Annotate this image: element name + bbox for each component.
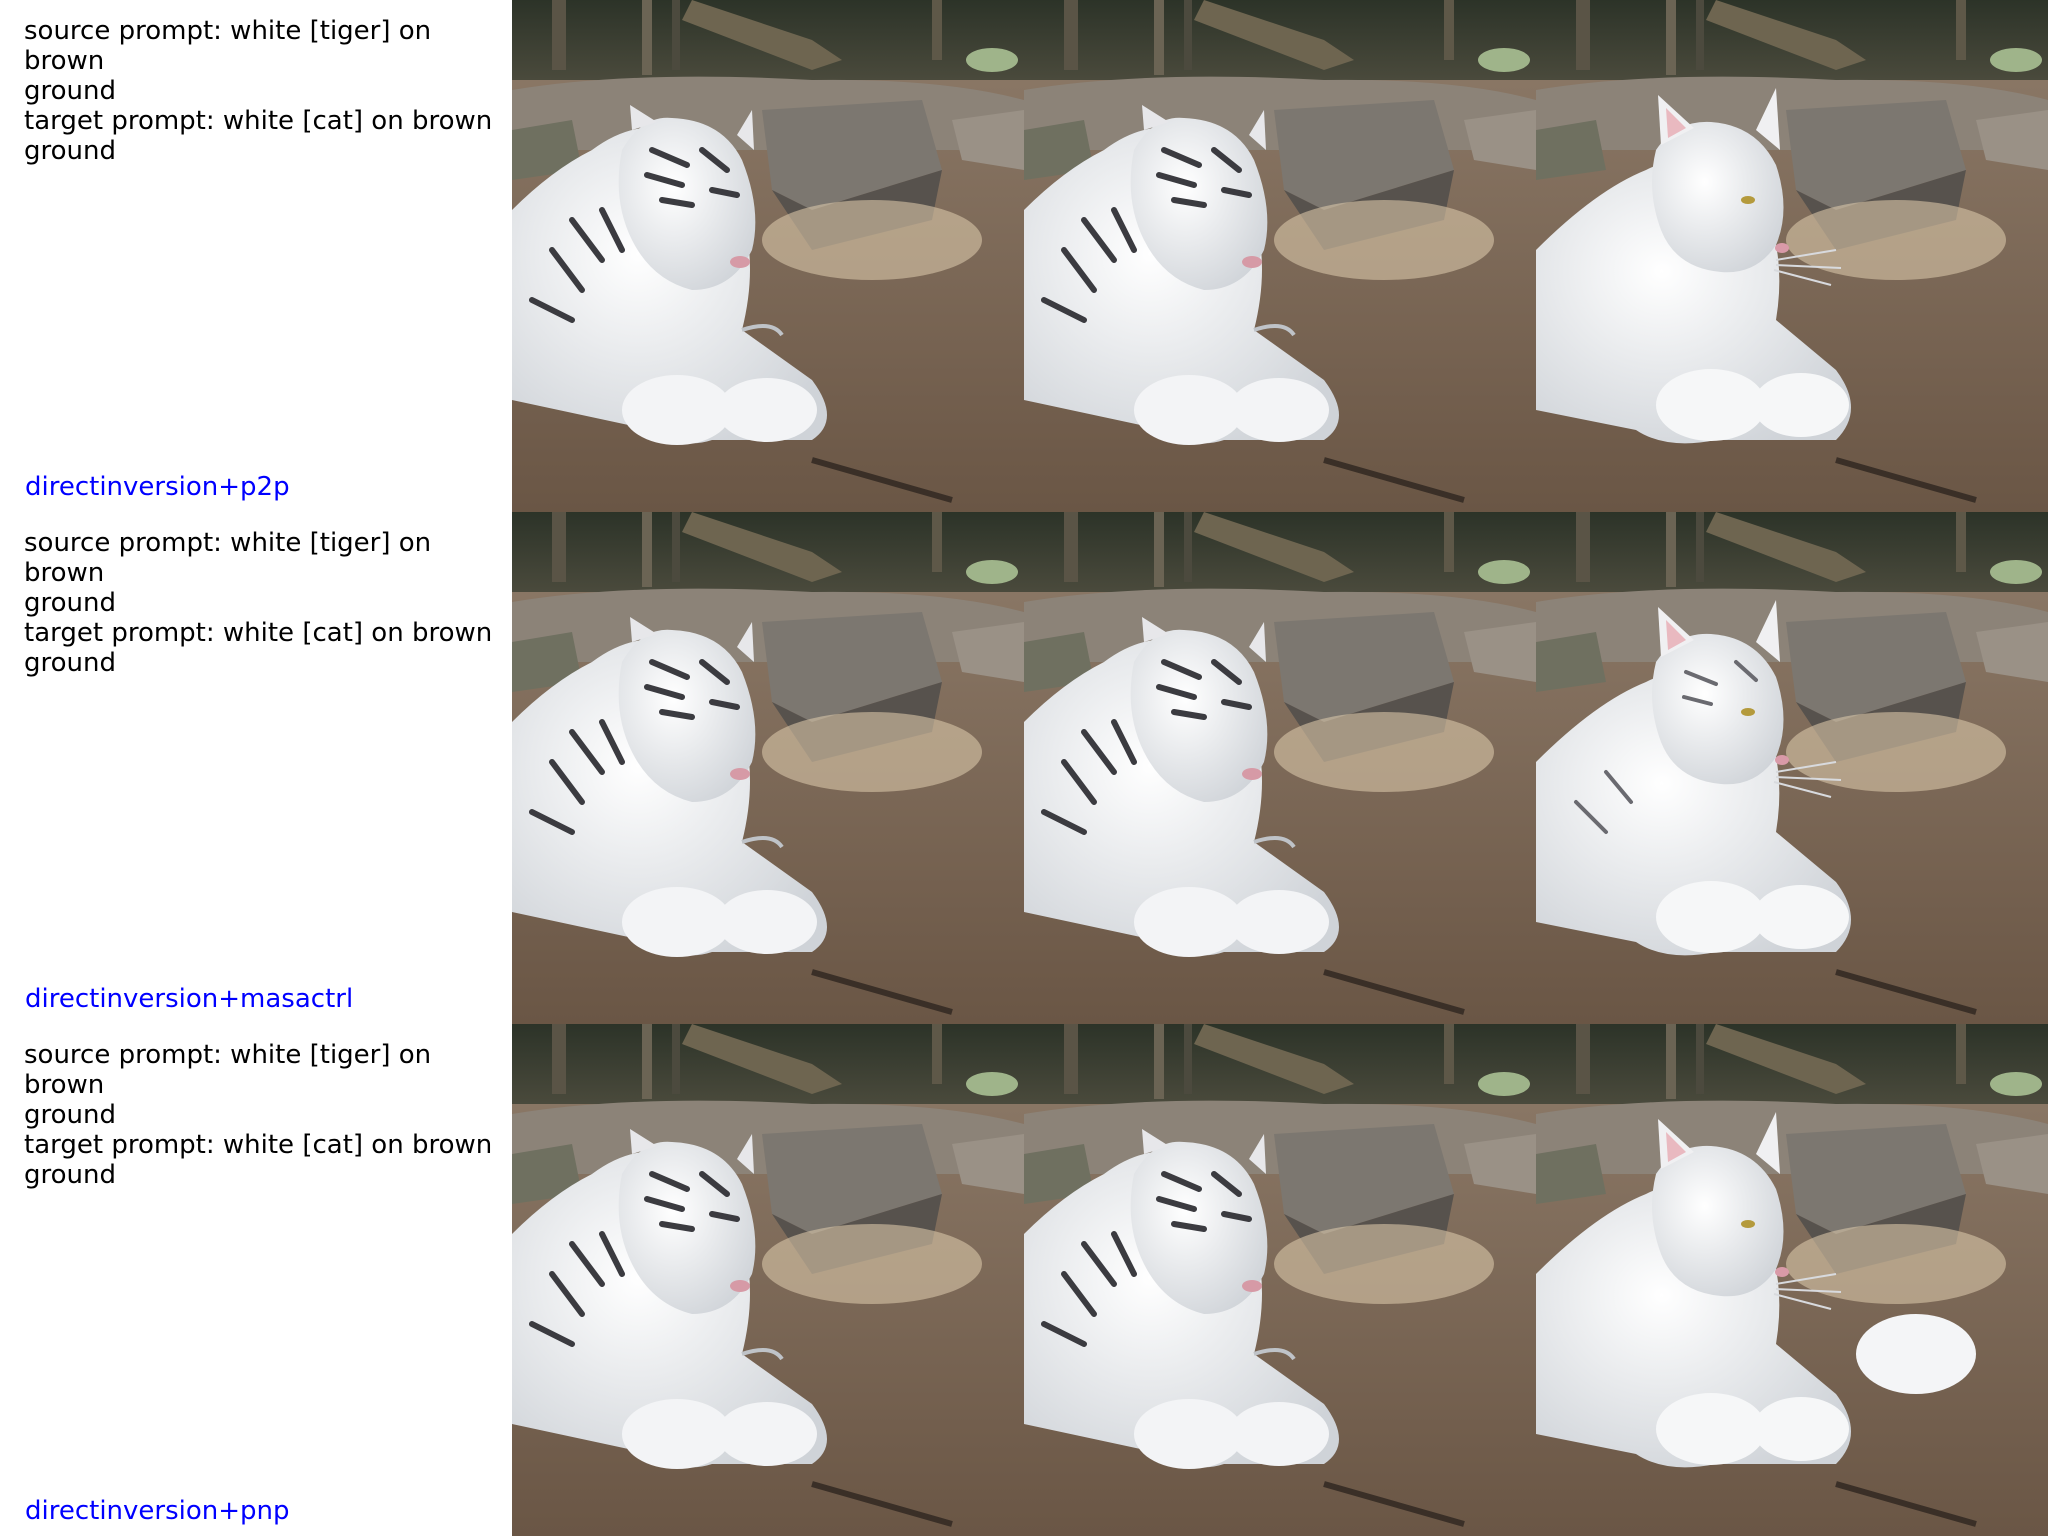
method-label: directinversion+p2p <box>25 472 290 502</box>
source-prompt: source prompt: white [tiger] on brown gr… <box>24 1040 432 1130</box>
label-panel: source prompt: white [tiger] on brown gr… <box>0 0 512 512</box>
comparison-row: source prompt: white [tiger] on brown gr… <box>0 512 2048 1024</box>
comparison-grid: source prompt: white [tiger] on brown gr… <box>0 0 2048 1536</box>
label-panel: source prompt: white [tiger] on brown gr… <box>0 1024 512 1536</box>
striped-white-cat-edited-image <box>1536 512 2048 1024</box>
target-prompt: target prompt: white [cat] on brown grou… <box>24 618 493 678</box>
source-prompt: source prompt: white [tiger] on brown gr… <box>24 528 432 618</box>
method-label: directinversion+pnp <box>25 1496 290 1526</box>
white-cat-edited-image <box>1536 0 2048 512</box>
target-prompt: target prompt: white [cat] on brown grou… <box>24 1130 493 1190</box>
source-prompt: source prompt: white [tiger] on brown gr… <box>24 16 432 106</box>
white-tiger-reconstruction-image <box>1024 512 1536 1024</box>
prompt-block: source prompt: white [tiger] on brown gr… <box>24 1040 510 1190</box>
white-tiger-source-image <box>512 0 1024 512</box>
method-label: directinversion+masactrl <box>25 984 354 1014</box>
prompt-block: source prompt: white [tiger] on brown gr… <box>24 528 510 678</box>
white-tiger-source-image <box>512 1024 1024 1536</box>
fluffy-white-cat-edited-image <box>1536 1024 2048 1536</box>
prompt-block: source prompt: white [tiger] on brown gr… <box>24 16 510 166</box>
target-prompt: target prompt: white [cat] on brown grou… <box>24 106 493 166</box>
white-tiger-reconstruction-image <box>1024 0 1536 512</box>
comparison-row: source prompt: white [tiger] on brown gr… <box>0 1024 2048 1536</box>
white-tiger-source-image <box>512 512 1024 1024</box>
comparison-row: source prompt: white [tiger] on brown gr… <box>0 0 2048 512</box>
white-tiger-reconstruction-image <box>1024 1024 1536 1536</box>
label-panel: source prompt: white [tiger] on brown gr… <box>0 512 512 1024</box>
